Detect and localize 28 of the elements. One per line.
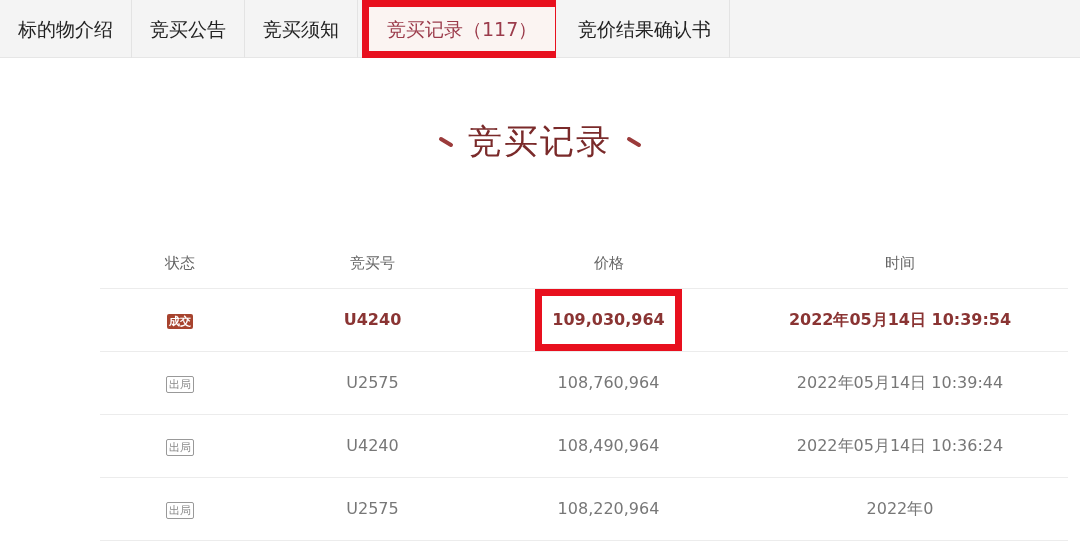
table-cell-text: 2022年05月14日 10:39:54 — [788, 309, 1012, 331]
column-header: 竞买号 — [350, 253, 395, 275]
column-header: 状态 — [165, 253, 195, 275]
table-cell-text: 108,220,964 — [557, 498, 660, 520]
table-cell-text: 2022年05月14日 10:39:44 — [796, 372, 1004, 394]
column-header: 价格 — [593, 253, 624, 275]
table-cell-text: 108,760,964 — [557, 372, 660, 394]
table-cell-text: 2022年05月14日 10:36:24 — [796, 435, 1004, 457]
dash-ornament-icon — [438, 135, 454, 148]
tab[interactable]: 竞价结果确认书 — [560, 0, 731, 58]
table-cell-text: U4240 — [346, 435, 399, 457]
table-cell-text: U2575 — [346, 372, 399, 394]
tab[interactable]: 竞买记录（117） — [362, 0, 557, 58]
table-cell-text: 108,490,964 — [557, 435, 660, 457]
status-badge: 出局 — [166, 376, 194, 393]
table-cell-text: U2575 — [346, 498, 399, 520]
column-header: 时间 — [885, 253, 915, 275]
section-heading: 竞买记录 — [468, 120, 612, 163]
tab[interactable]: 标的物介绍 — [0, 0, 132, 58]
status-badge: 出局 — [166, 439, 194, 456]
table-cell-text: 2022年0 — [866, 498, 934, 520]
table-cell: 109,030,964 — [535, 289, 682, 351]
status-badge: 成交 — [167, 314, 193, 329]
table-cell-text: U4240 — [343, 309, 402, 331]
tab[interactable]: 竞买公告 — [132, 0, 245, 58]
tab[interactable]: 竞买须知 — [245, 0, 358, 58]
status-badge: 出局 — [166, 502, 194, 519]
dash-ornament-icon — [626, 135, 642, 148]
